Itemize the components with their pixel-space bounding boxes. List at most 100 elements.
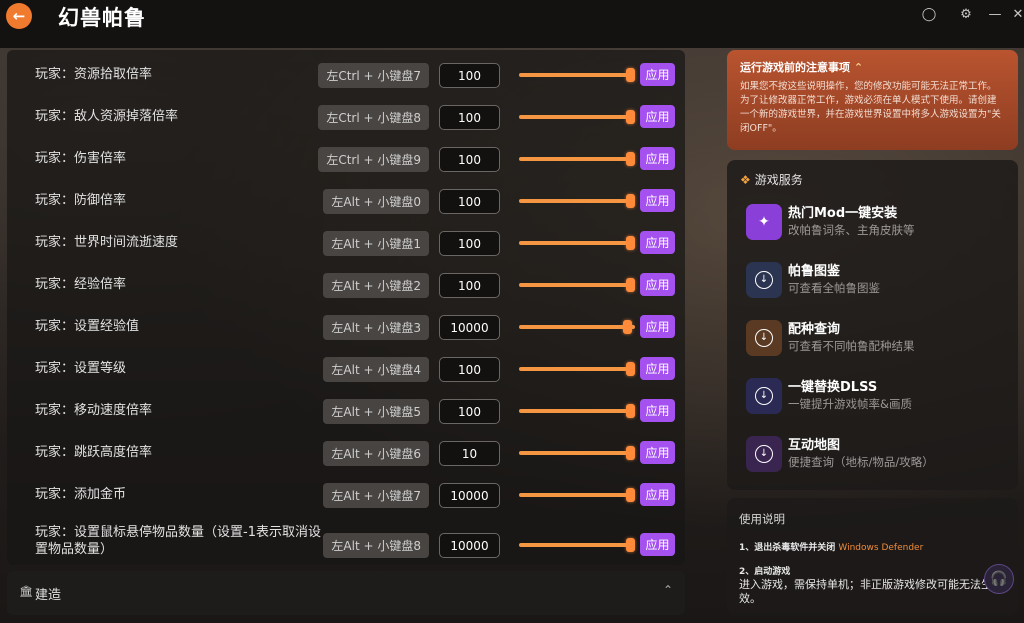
settings-icon[interactable]: ⚙: [958, 7, 974, 23]
slider-track: [519, 543, 635, 547]
slider-thumb[interactable]: [626, 194, 635, 208]
game-services-card: ❖ 游戏服务 ✦ 热门Mod一键安装 改帕鲁词条、主角皮肤等 ↓ 帕鲁图鉴 可查看全帕鲁图鉴…: [727, 160, 1018, 490]
value-slider[interactable]: [519, 236, 635, 250]
slider-thumb[interactable]: [626, 278, 635, 292]
value-input[interactable]: [439, 231, 500, 256]
hotkey-badge[interactable]: 左Alt + 小键盘2: [323, 273, 429, 298]
cheat-row: 玩家：设置等级 左Alt + 小键盘4 应用: [7, 347, 685, 389]
slider-track: [519, 115, 635, 119]
value-slider[interactable]: [519, 446, 635, 460]
apply-button[interactable]: 应用: [640, 231, 675, 254]
value-input[interactable]: [439, 533, 500, 558]
cheat-row: 玩家：伤害倍率 左Ctrl + 小键盘9 应用: [7, 137, 685, 179]
account-icon[interactable]: ◯: [921, 7, 937, 23]
slider-thumb[interactable]: [622, 320, 632, 334]
cheat-row: 玩家：资源拾取倍率 左Ctrl + 小键盘7 应用: [7, 53, 685, 95]
services-header-text: 游戏服务: [754, 173, 803, 187]
services-header: ❖ 游戏服务: [740, 171, 803, 188]
cheat-row: 玩家：设置经验值 左Alt + 小键盘3 应用: [7, 305, 685, 347]
value-input[interactable]: [439, 105, 500, 130]
cheat-label: 玩家：设置鼠标悬停物品数量（设置-1表示取消设置物品数量）: [35, 525, 321, 557]
slider-thumb[interactable]: [626, 236, 635, 250]
slider-thumb[interactable]: [626, 488, 635, 502]
apply-button[interactable]: 应用: [640, 483, 675, 506]
value-input[interactable]: [439, 315, 500, 340]
apply-button[interactable]: 应用: [640, 441, 675, 464]
service-title: 一键替换DLSS: [788, 380, 878, 395]
apply-button[interactable]: 应用: [640, 147, 675, 170]
value-slider[interactable]: [519, 110, 635, 124]
value-input[interactable]: [439, 63, 500, 88]
value-input[interactable]: [439, 147, 500, 172]
minimize-icon[interactable]: —: [987, 7, 1003, 23]
slider-thumb[interactable]: [626, 152, 635, 166]
value-slider[interactable]: [519, 320, 635, 334]
service-item[interactable]: ↓ 互动地图 便捷查询（地标/物品/攻略）: [744, 432, 1004, 480]
value-slider[interactable]: [519, 362, 635, 376]
hotkey-badge[interactable]: 左Alt + 小键盘3: [323, 315, 429, 340]
support-button[interactable]: 🎧: [984, 564, 1014, 594]
notice-title[interactable]: 运行游戏前的注意事项 ⌃: [740, 59, 1005, 75]
hotkey-badge[interactable]: 左Alt + 小键盘0: [323, 189, 429, 214]
apply-button[interactable]: 应用: [640, 105, 675, 128]
instructions-step-1: 1、退出杀毒软件并关闭 Windows Defender: [739, 540, 1006, 553]
hotkey-badge[interactable]: 左Alt + 小键盘4: [323, 357, 429, 382]
service-subtitle: 可查看不同帕鲁配种结果: [788, 339, 915, 353]
hotkey-badge[interactable]: 左Ctrl + 小键盘7: [318, 63, 429, 88]
value-input[interactable]: [439, 483, 500, 508]
cheat-label: 玩家：添加金币: [35, 486, 127, 502]
hotkey-badge[interactable]: 左Alt + 小键盘1: [323, 231, 429, 256]
slider-thumb[interactable]: [626, 362, 635, 376]
service-item[interactable]: ↓ 一键替换DLSS 一键提升游戏帧率&画质: [744, 374, 1004, 422]
instructions-title: 使用说明: [739, 512, 785, 526]
value-slider[interactable]: [519, 488, 635, 502]
value-input[interactable]: [439, 399, 500, 424]
service-item[interactable]: ↓ 帕鲁图鉴 可查看全帕鲁图鉴: [744, 258, 1004, 306]
slider-thumb[interactable]: [626, 68, 635, 82]
download-icon: ↓: [746, 436, 782, 472]
value-slider[interactable]: [519, 278, 635, 292]
slider-thumb[interactable]: [626, 538, 635, 552]
service-item[interactable]: ✦ 热门Mod一键安装 改帕鲁词条、主角皮肤等: [744, 200, 1004, 248]
value-slider[interactable]: [519, 538, 635, 552]
apply-button[interactable]: 应用: [640, 315, 675, 338]
slider-thumb[interactable]: [626, 110, 635, 124]
value-slider[interactable]: [519, 194, 635, 208]
build-section-header[interactable]: 🏛 建造 ⌃: [7, 571, 685, 615]
instructions-card: 使用说明 1、退出杀毒软件并关闭 Windows Defender 2、启动游戏…: [727, 498, 1018, 616]
apply-button[interactable]: 应用: [640, 63, 675, 86]
service-item[interactable]: ↓ 配种查询 可查看不同帕鲁配种结果: [744, 316, 1004, 364]
back-button[interactable]: ←: [6, 3, 32, 29]
download-ring: ↓: [755, 271, 773, 289]
cheat-row: 玩家：世界时间流逝速度 左Alt + 小键盘1 应用: [7, 221, 685, 263]
close-icon[interactable]: ✕: [1010, 7, 1024, 23]
value-slider[interactable]: [519, 152, 635, 166]
chevron-up-icon[interactable]: ⌃: [854, 61, 863, 74]
building-icon: 🏛: [19, 585, 33, 598]
value-input[interactable]: [439, 189, 500, 214]
cheat-row: 玩家：移动速度倍率 左Alt + 小键盘5 应用: [7, 389, 685, 431]
hotkey-badge[interactable]: 左Alt + 小键盘7: [323, 483, 429, 508]
chevron-up-icon[interactable]: ⌃: [663, 583, 673, 597]
slider-thumb[interactable]: [626, 404, 635, 418]
value-input[interactable]: [439, 441, 500, 466]
hotkey-badge[interactable]: 左Ctrl + 小键盘8: [318, 105, 429, 130]
hotkey-badge[interactable]: 左Alt + 小键盘5: [323, 399, 429, 424]
apply-button[interactable]: 应用: [640, 273, 675, 296]
hotkey-badge[interactable]: 左Ctrl + 小键盘9: [318, 147, 429, 172]
apply-button[interactable]: 应用: [640, 357, 675, 380]
slider-track: [519, 493, 635, 497]
hotkey-badge[interactable]: 左Alt + 小键盘8: [323, 533, 429, 558]
slider-thumb[interactable]: [626, 446, 635, 460]
value-input[interactable]: [439, 273, 500, 298]
download-icon: ↓: [746, 262, 782, 298]
cheat-label: 玩家：防御倍率: [35, 192, 127, 208]
apply-button[interactable]: 应用: [640, 533, 675, 556]
value-slider[interactable]: [519, 68, 635, 82]
hotkey-badge[interactable]: 左Alt + 小键盘6: [323, 441, 429, 466]
download-ring: ↓: [755, 329, 773, 347]
apply-button[interactable]: 应用: [640, 189, 675, 212]
value-slider[interactable]: [519, 404, 635, 418]
value-input[interactable]: [439, 357, 500, 382]
apply-button[interactable]: 应用: [640, 399, 675, 422]
